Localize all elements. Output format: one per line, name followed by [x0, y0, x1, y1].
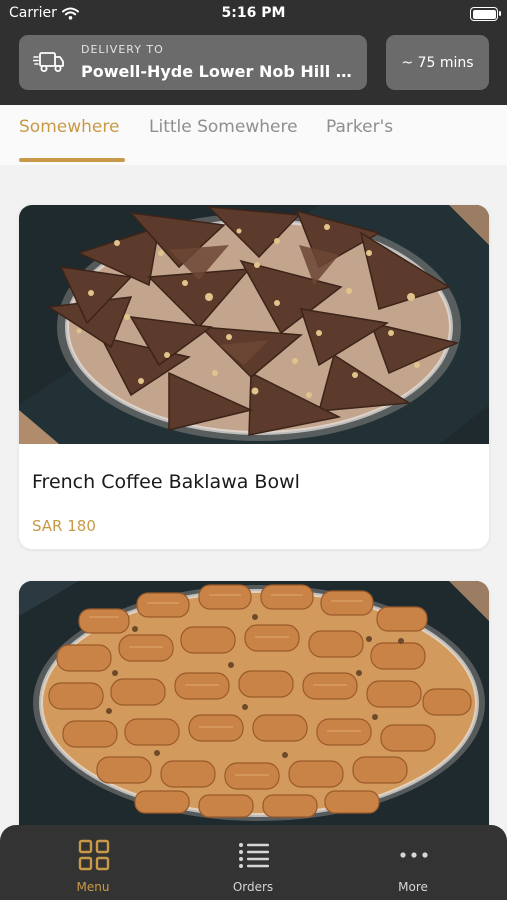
more-dots-icon	[400, 852, 428, 858]
product-card[interactable]: French Coffee Baklawa Bowl SAR 180	[19, 205, 489, 549]
nav-menu[interactable]: Menu	[28, 825, 158, 900]
nav-orders-label: Orders	[232, 880, 274, 894]
chocolate-baklawa-photo	[19, 205, 489, 444]
app-header: Carrier 5:16 PM DELIVERY TO Powell-Hyde …	[0, 0, 507, 105]
status-bar: Carrier 5:16 PM	[0, 0, 507, 28]
delivery-eta-button[interactable]: ~ 75 mins	[386, 35, 489, 90]
tab-parkers[interactable]: Parker's	[326, 117, 393, 137]
nav-menu-label: Menu	[76, 880, 110, 894]
battery-icon	[470, 7, 501, 21]
grid-icon	[78, 839, 110, 871]
list-icon	[239, 843, 269, 868]
active-tab-indicator	[19, 158, 125, 162]
bottom-nav: Menu Orders More	[0, 825, 507, 900]
tab-somewhere[interactable]: Somewhere	[19, 117, 119, 137]
branch-tabs: Somewhere Little Somewhere Parker's	[0, 105, 507, 165]
nav-more-label: More	[398, 880, 428, 894]
nav-more[interactable]: More	[348, 825, 478, 900]
delivery-address: Powell-Hyde Lower Nob Hill Sa...	[81, 62, 357, 81]
delivery-label: DELIVERY TO	[81, 43, 164, 56]
eta-label: ~ 75 mins	[401, 54, 474, 71]
delivery-address-button[interactable]: DELIVERY TO Powell-Hyde Lower Nob Hill S…	[19, 35, 367, 90]
product-name: French Coffee Baklawa Bowl	[32, 471, 300, 493]
tab-little-somewhere[interactable]: Little Somewhere	[149, 117, 298, 137]
nav-orders[interactable]: Orders	[188, 825, 318, 900]
delivery-truck-icon	[33, 52, 64, 72]
status-time: 5:16 PM	[221, 5, 286, 21]
product-price: SAR 180	[32, 517, 96, 535]
